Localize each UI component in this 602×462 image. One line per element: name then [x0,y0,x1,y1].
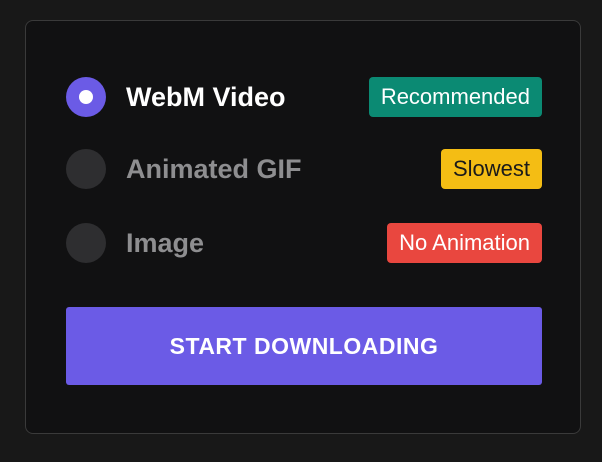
option-label-image: Image [126,227,205,258]
format-panel: WebM Video Recommended Animated GIF Slow… [25,20,581,434]
start-downloading-button[interactable]: START DOWNLOADING [66,307,542,385]
option-animated-gif[interactable]: Animated GIF Slowest [66,148,542,190]
radio-button-animated-gif[interactable] [66,149,106,189]
option-label-animated-gif: Animated GIF [126,153,302,184]
badge-recommended: Recommended [368,77,542,117]
radio-button-webm-video[interactable] [66,77,106,117]
badge-slowest: Slowest [440,149,542,189]
option-label-webm-video: WebM Video [126,81,286,112]
option-image[interactable]: Image No Animation [66,222,542,264]
badge-no-animation: No Animation [387,223,542,263]
radio-button-image[interactable] [66,223,106,263]
option-webm-video[interactable]: WebM Video Recommended [66,76,542,118]
